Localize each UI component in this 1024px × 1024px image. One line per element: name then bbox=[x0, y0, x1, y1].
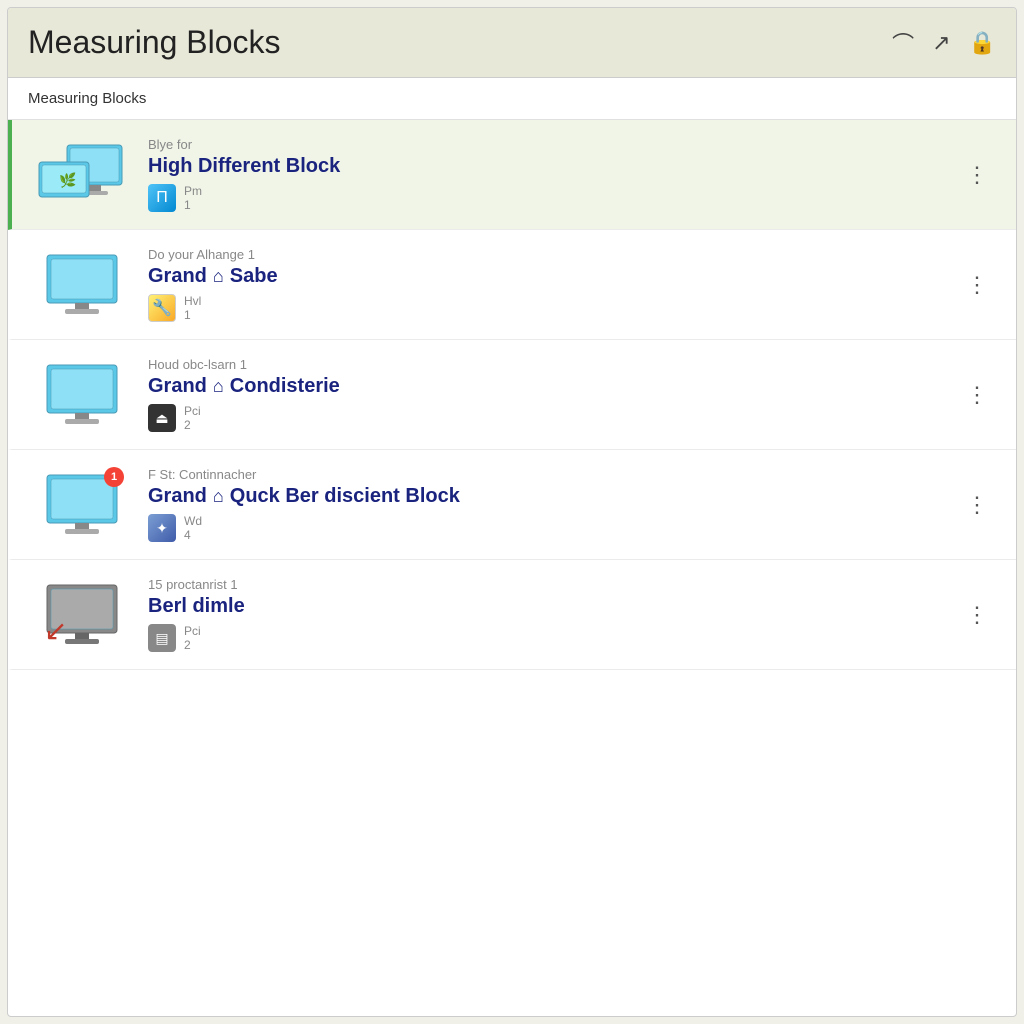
minimize-icon[interactable]: ⌒ bbox=[892, 27, 914, 59]
item-subtitle: 15 proctanrist 1 bbox=[148, 577, 958, 592]
item-sub-row: П Pm 1 bbox=[148, 184, 958, 213]
item-icon-area: 🌿 bbox=[32, 135, 132, 215]
sub-label: Wd 4 bbox=[184, 514, 202, 543]
title-bar: Measuring Blocks ⌒ ↗ 🔒 bbox=[8, 8, 1016, 78]
more-options-button[interactable]: ⋮ bbox=[958, 484, 996, 526]
item-content: Blye for High Different Block П Pm 1 bbox=[132, 137, 958, 213]
section-header: Measuring Blocks bbox=[8, 78, 1016, 120]
list-item[interactable]: Do your Alhange 1 Grand ⌂ Sabe 🔧 Hvl 1 bbox=[8, 230, 1016, 340]
title-bar-icons: ⌒ ↗ 🔒 bbox=[892, 27, 996, 59]
app-window: Measuring Blocks ⌒ ↗ 🔒 Measuring Blocks bbox=[7, 7, 1017, 1017]
home-icon: ⌂ bbox=[213, 376, 224, 397]
notification-badge: 1 bbox=[104, 467, 124, 487]
sub-icon: П bbox=[148, 184, 176, 212]
list-item[interactable]: 1 F St: Continnacher Grand ⌂ Quck Ber di… bbox=[8, 450, 1016, 560]
item-subtitle: Houd obc-lsarn 1 bbox=[148, 357, 958, 372]
lock-icon[interactable]: 🔒 bbox=[969, 30, 996, 56]
item-icon-area: 1 bbox=[32, 465, 132, 545]
item-subtitle: Do your Alhange 1 bbox=[148, 247, 958, 262]
sub-icon: ✦ bbox=[148, 514, 176, 542]
svg-text:🌿: 🌿 bbox=[59, 172, 76, 189]
item-content: F St: Continnacher Grand ⌂ Quck Ber disc… bbox=[132, 467, 958, 543]
list-item[interactable]: 🌿 Blye for High Different Block П Pm 1 bbox=[8, 120, 1016, 230]
sub-label: Hvl 1 bbox=[184, 294, 201, 323]
item-title: Grand ⌂ Quck Ber discient Block bbox=[148, 485, 958, 508]
home-icon: ⌂ bbox=[213, 486, 224, 507]
computer-svg bbox=[37, 360, 127, 430]
computer-svg bbox=[37, 250, 127, 320]
sub-icon: 🔧 bbox=[148, 294, 176, 322]
sub-icon: ▤ bbox=[148, 624, 176, 652]
item-sub-row: ⏏ Pci 2 bbox=[148, 404, 958, 433]
more-options-button[interactable]: ⋮ bbox=[958, 594, 996, 636]
home-icon: ⌂ bbox=[213, 266, 224, 287]
block-list: 🌿 Blye for High Different Block П Pm 1 bbox=[8, 120, 1016, 1016]
item-subtitle: F St: Continnacher bbox=[148, 467, 958, 482]
item-sub-row: ▤ Pci 2 bbox=[148, 624, 958, 653]
item-title: High Different Block bbox=[148, 155, 958, 178]
item-subtitle: Blye for bbox=[148, 137, 958, 152]
item-content: Do your Alhange 1 Grand ⌂ Sabe 🔧 Hvl 1 bbox=[132, 247, 958, 323]
more-options-button[interactable]: ⋮ bbox=[958, 154, 996, 196]
more-options-button[interactable]: ⋮ bbox=[958, 374, 996, 416]
maximize-icon[interactable]: ↗ bbox=[932, 30, 950, 56]
item-icon-area: ↙ bbox=[32, 575, 132, 655]
arrow-down-left-icon: ↙ bbox=[44, 614, 67, 647]
page-title: Measuring Blocks bbox=[28, 24, 281, 61]
item-title: Berl dimle bbox=[148, 595, 958, 618]
item-sub-row: ✦ Wd 4 bbox=[148, 514, 958, 543]
computer-svg: 🌿 bbox=[37, 140, 127, 210]
item-content: 15 proctanrist 1 Berl dimle ▤ Pci 2 bbox=[132, 577, 958, 653]
item-title: Grand ⌂ Condisterie bbox=[148, 375, 958, 398]
item-title: Grand ⌂ Sabe bbox=[148, 265, 958, 288]
list-item[interactable]: ↙ 15 proctanrist 1 Berl dimle ▤ Pci 2 bbox=[8, 560, 1016, 670]
list-item[interactable]: Houd obc-lsarn 1 Grand ⌂ Condisterie ⏏ P… bbox=[8, 340, 1016, 450]
sub-label: Pm 1 bbox=[184, 184, 202, 213]
more-options-button[interactable]: ⋮ bbox=[958, 264, 996, 306]
sub-icon: ⏏ bbox=[148, 404, 176, 432]
item-sub-row: 🔧 Hvl 1 bbox=[148, 294, 958, 323]
item-icon-area bbox=[32, 355, 132, 435]
sub-label: Pci 2 bbox=[184, 624, 201, 653]
item-icon-area bbox=[32, 245, 132, 325]
sub-label: Pci 2 bbox=[184, 404, 201, 433]
item-content: Houd obc-lsarn 1 Grand ⌂ Condisterie ⏏ P… bbox=[132, 357, 958, 433]
